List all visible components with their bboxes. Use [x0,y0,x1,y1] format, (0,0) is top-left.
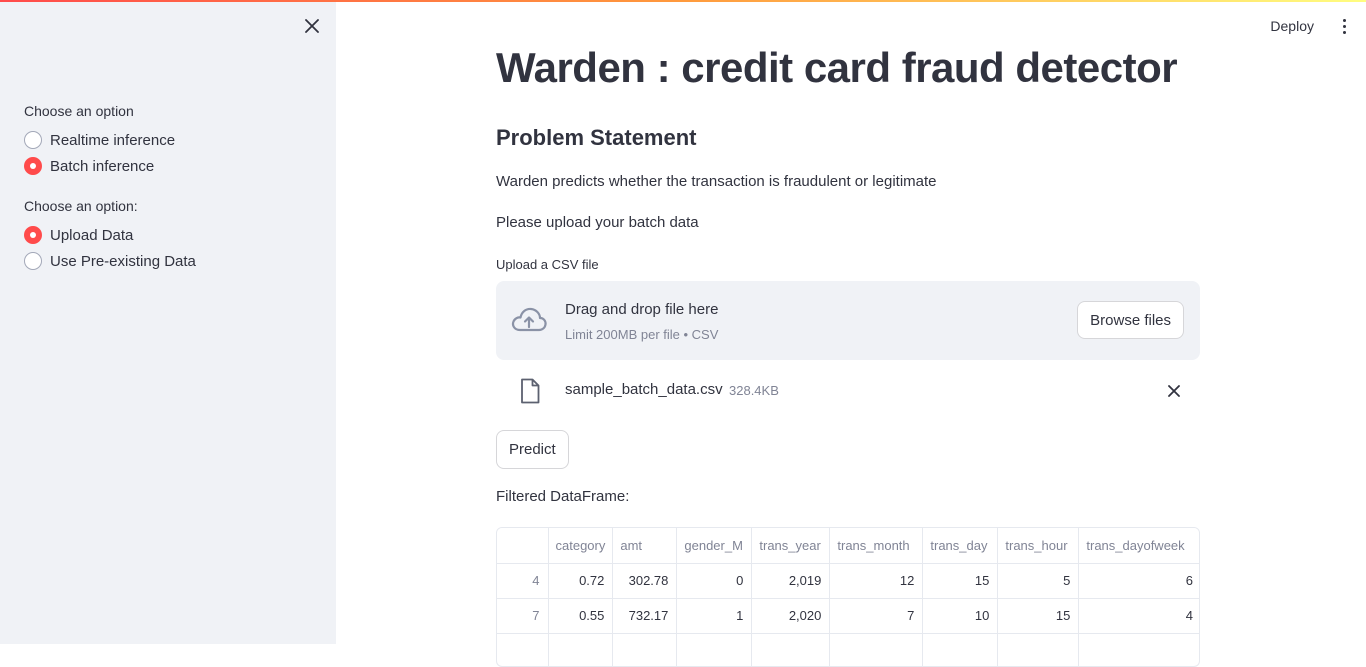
column-header-index[interactable] [497,528,549,564]
row-index[interactable] [497,633,549,666]
page-title: Warden : credit card fraud detector [496,44,1178,91]
close-icon [1168,385,1180,397]
table-cell[interactable]: 1 [676,598,753,634]
sidebar: Choose an option Realtime inference Batc… [0,0,336,644]
column-header[interactable]: trans_year [751,528,831,564]
table-cell[interactable]: 12 [829,563,924,599]
uploaded-file-size: 328.4KB [729,383,779,398]
table-cell[interactable] [829,633,924,666]
table-cell[interactable]: 0.55 [548,598,614,634]
table-cell[interactable]: 10 [922,598,999,634]
table-row [497,633,1199,666]
table-cell[interactable]: 15 [997,598,1080,634]
kebab-menu-icon[interactable] [1334,14,1354,38]
table-cell[interactable] [751,633,831,666]
radio-realtime-inference[interactable]: Realtime inference [24,129,175,151]
dataframe-table[interactable]: category amt gender_M trans_year trans_m… [496,527,1200,667]
table-cell[interactable]: 6 [1078,563,1199,599]
table-cell[interactable]: 2,020 [751,598,831,634]
table-row: 4 0.72 302.78 0 2,019 12 15 5 6 [497,563,1199,599]
browse-files-button[interactable]: Browse files [1077,301,1184,339]
row-index[interactable]: 4 [497,563,549,599]
table-cell[interactable]: 0 [676,563,753,599]
column-header[interactable]: category [548,528,614,564]
close-icon [305,19,319,33]
predict-button[interactable]: Predict [496,430,569,469]
table-cell[interactable]: 0.72 [548,563,614,599]
section-heading: Problem Statement [496,125,697,150]
radio-label: Realtime inference [50,131,176,149]
instruction-text: Please upload your batch data [496,214,699,231]
radio-circle [24,131,42,149]
radio-label: Use Pre-existing Data [50,252,196,270]
file-dropzone[interactable]: Drag and drop file here Limit 200MB per … [496,281,1200,360]
file-icon [521,378,540,404]
radio-label: Batch inference [50,157,155,175]
column-header[interactable]: trans_hour [997,528,1080,564]
header-actions: Deploy [1264,14,1354,38]
radio-circle-checked [24,226,42,244]
column-header[interactable]: trans_month [829,528,924,564]
dataframe-label: Filtered DataFrame: [496,488,630,505]
deploy-button[interactable]: Deploy [1264,14,1320,38]
description-text: Warden predicts whether the transaction … [496,173,937,190]
table-cell[interactable] [612,633,678,666]
table-cell[interactable] [997,633,1080,666]
radio-batch-inference[interactable]: Batch inference [24,155,154,177]
uploader-label: Upload a CSV file [496,257,599,272]
table-cell[interactable]: 5 [997,563,1080,599]
column-header[interactable]: trans_dayofweek [1078,528,1199,564]
uploaded-file-name: sample_batch_data.csv [565,381,723,398]
radio-group-label-mode: Choose an option [24,103,134,119]
table-cell[interactable]: 302.78 [612,563,678,599]
dropzone-subtitle: Limit 200MB per file • CSV [565,327,719,342]
table-cell[interactable] [676,633,753,666]
table-cell[interactable]: 732.17 [612,598,678,634]
radio-group-label-data-source: Choose an option: [24,198,138,214]
table-cell[interactable]: 4 [1078,598,1199,634]
row-index[interactable]: 7 [497,598,549,634]
uploaded-file-row: sample_batch_data.csv 328.4KB [496,374,1200,408]
close-sidebar-button[interactable] [300,14,324,38]
table-row: 7 0.55 732.17 1 2,020 7 10 15 4 [497,598,1199,634]
table-cell[interactable]: 7 [829,598,924,634]
table-header-row: category amt gender_M trans_year trans_m… [497,528,1199,564]
cloud-upload-icon [511,307,547,332]
dropzone-title: Drag and drop file here [565,301,719,318]
radio-circle [24,252,42,270]
radio-circle-checked [24,157,42,175]
radio-label: Upload Data [50,226,134,244]
column-header[interactable]: gender_M [676,528,753,564]
table-cell[interactable]: 15 [922,563,999,599]
remove-file-button[interactable] [1164,381,1184,401]
table-cell[interactable] [922,633,999,666]
table-cell[interactable] [1078,633,1199,666]
table-cell[interactable] [548,633,614,666]
top-decoration-bar [0,0,1366,2]
column-header[interactable]: trans_day [922,528,999,564]
radio-upload-data[interactable]: Upload Data [24,224,133,246]
radio-pre-existing-data[interactable]: Use Pre-existing Data [24,250,196,272]
table-cell[interactable]: 2,019 [751,563,831,599]
column-header[interactable]: amt [612,528,678,564]
